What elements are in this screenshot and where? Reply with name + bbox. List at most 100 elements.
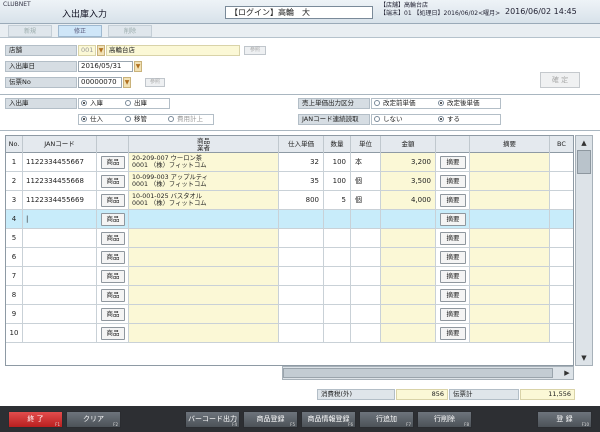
item-register-button[interactable]: 商品登録 F5 (243, 411, 298, 428)
qty-cell[interactable]: 100 (324, 153, 351, 171)
price-cell[interactable] (279, 229, 324, 247)
radio-expense[interactable]: 費用計上 (168, 115, 203, 124)
jan-cell[interactable] (23, 248, 97, 266)
radio-out[interactable]: 出庫 (125, 99, 147, 108)
store-code-field[interactable]: 001 (78, 45, 96, 56)
price-cell[interactable] (279, 324, 324, 342)
item-search-button[interactable]: 商品 (101, 289, 125, 302)
calendar-dropdown-icon[interactable]: ▼ (134, 61, 142, 72)
jan-cell[interactable]: 1122334455668 (23, 172, 97, 190)
item-search-button[interactable]: 商品 (101, 156, 125, 169)
slip-dropdown-icon[interactable]: ▼ (123, 77, 131, 88)
scroll-down-icon[interactable]: ▼ (577, 352, 591, 364)
qty-cell[interactable] (324, 267, 351, 285)
memo-cell[interactable] (470, 286, 550, 304)
memo-cell[interactable] (470, 305, 550, 323)
table-row[interactable]: 8 商品 摘要 (6, 286, 573, 305)
qty-cell[interactable] (324, 210, 351, 228)
scroll-right-icon[interactable]: ▶ (560, 367, 574, 379)
price-cell[interactable] (279, 267, 324, 285)
item-search-button[interactable]: 商品 (101, 194, 125, 207)
jan-cell[interactable]: 1122334455669 (23, 191, 97, 209)
memo-cell[interactable] (470, 172, 550, 190)
memo-cell[interactable] (470, 248, 550, 266)
radio-purchase[interactable]: 仕入 (81, 115, 103, 124)
memo-button[interactable]: 摘要 (440, 308, 466, 321)
qty-cell[interactable]: 100 (324, 172, 351, 190)
radio-price-after[interactable]: 改定後単価 (438, 99, 480, 108)
memo-button[interactable]: 摘要 (440, 327, 466, 340)
table-row[interactable]: 3 1122334455669 商品 10-001-025 バスタオル 0001 （株）… (6, 191, 573, 210)
jan-cell[interactable] (23, 305, 97, 323)
jan-cell[interactable] (23, 229, 97, 247)
qty-cell[interactable] (324, 305, 351, 323)
radio-jan-yes[interactable]: する (438, 115, 460, 124)
slip-ref-button[interactable]: 参照 (145, 78, 165, 87)
store-ref-button[interactable]: 参照 (244, 46, 266, 55)
memo-cell[interactable] (470, 324, 550, 342)
qty-cell[interactable] (324, 229, 351, 247)
item-search-button[interactable]: 商品 (101, 175, 125, 188)
qty-cell[interactable]: 5 (324, 191, 351, 209)
slip-number-field[interactable]: 00000070 (78, 77, 122, 88)
barcode-output-button[interactable]: バーコード出力 F4 (185, 411, 240, 428)
date-field[interactable]: 2016/05/31 (78, 61, 133, 72)
item-search-button[interactable]: 商品 (101, 232, 125, 245)
memo-button[interactable]: 摘要 (440, 213, 466, 226)
jan-cell[interactable]: 1122334455667 (23, 153, 97, 171)
table-row[interactable]: 6 商品 摘要 (6, 248, 573, 267)
price-cell[interactable] (279, 210, 324, 228)
table-row[interactable]: 4 | 商品 摘要 (6, 210, 573, 229)
item-search-button[interactable]: 商品 (101, 327, 125, 340)
table-row[interactable]: 9 商品 摘要 (6, 305, 573, 324)
vertical-scroll-thumb[interactable] (577, 150, 591, 174)
qty-cell[interactable] (324, 286, 351, 304)
jan-cell[interactable] (23, 324, 97, 342)
delete-row-button[interactable]: 行削除 F8 (417, 411, 472, 428)
tab-new[interactable]: 新規 (8, 25, 52, 37)
confirm-button[interactable]: 確 定 (540, 72, 580, 88)
table-row[interactable]: 5 商品 摘要 (6, 229, 573, 248)
radio-price-before[interactable]: 改定前単価 (374, 99, 416, 108)
qty-cell[interactable] (324, 248, 351, 266)
item-search-button[interactable]: 商品 (101, 213, 125, 226)
scroll-up-icon[interactable]: ▲ (577, 137, 591, 149)
item-info-register-button[interactable]: 商品情報登録 F6 (301, 411, 356, 428)
memo-button[interactable]: 摘要 (440, 175, 466, 188)
memo-button[interactable]: 摘要 (440, 251, 466, 264)
horizontal-scroll-thumb[interactable] (283, 368, 553, 378)
memo-button[interactable]: 摘要 (440, 289, 466, 302)
radio-in[interactable]: 入庫 (81, 99, 103, 108)
memo-button[interactable]: 摘要 (440, 156, 466, 169)
store-dropdown-icon[interactable]: ▼ (97, 45, 105, 56)
table-row[interactable]: 7 商品 摘要 (6, 267, 573, 286)
memo-cell[interactable] (470, 229, 550, 247)
radio-transfer[interactable]: 移管 (125, 115, 147, 124)
memo-cell[interactable] (470, 210, 550, 228)
qty-cell[interactable] (324, 324, 351, 342)
price-cell[interactable]: 35 (279, 172, 324, 190)
vertical-scrollbar[interactable]: ▲ ▼ (575, 135, 593, 366)
price-cell[interactable] (279, 305, 324, 323)
price-cell[interactable] (279, 286, 324, 304)
memo-cell[interactable] (470, 191, 550, 209)
horizontal-scrollbar[interactable]: ▶ (282, 366, 574, 380)
memo-button[interactable]: 摘要 (440, 232, 466, 245)
jan-cell[interactable] (23, 267, 97, 285)
price-cell[interactable] (279, 248, 324, 266)
tab-delete[interactable]: 削除 (108, 25, 152, 37)
table-row[interactable]: 2 1122334455668 商品 10-099-003 アップルティ 0001 （株… (6, 172, 573, 191)
jan-cell[interactable] (23, 286, 97, 304)
register-button[interactable]: 登 録 F10 (537, 411, 592, 428)
item-search-button[interactable]: 商品 (101, 270, 125, 283)
item-search-button[interactable]: 商品 (101, 308, 125, 321)
jan-cell[interactable]: | (23, 210, 97, 228)
add-row-button[interactable]: 行追加 F7 (359, 411, 414, 428)
price-cell[interactable]: 32 (279, 153, 324, 171)
table-row[interactable]: 1 1122334455667 商品 20-209-007 ウーロン茶 0001 （株）… (6, 153, 573, 172)
table-row[interactable]: 10 商品 摘要 (6, 324, 573, 343)
memo-button[interactable]: 摘要 (440, 194, 466, 207)
radio-jan-no[interactable]: しない (374, 115, 403, 124)
price-cell[interactable]: 800 (279, 191, 324, 209)
end-button[interactable]: 終 了 F1 (8, 411, 63, 428)
